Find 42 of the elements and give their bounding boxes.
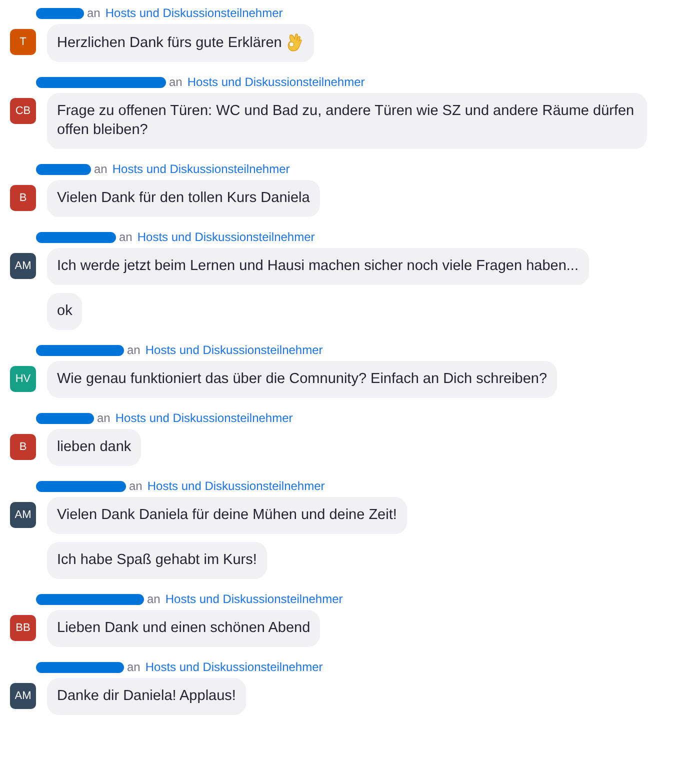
avatar: AM <box>10 683 36 709</box>
avatar: CB <box>10 98 36 124</box>
avatar: BB <box>10 615 36 641</box>
message-bubble: Wie genau funktioniert das über die Comnunity? Einfach an Dich schreiben? <box>47 361 558 398</box>
message-bubble: ok <box>47 293 82 330</box>
recipient-link[interactable]: Hosts und Diskussionsteilnehmer <box>145 660 323 674</box>
recipient-prefix: an <box>127 343 140 357</box>
recipient-link[interactable]: Hosts und Diskussionsteilnehmer <box>147 479 325 493</box>
recipient-prefix: an <box>94 162 108 176</box>
message-bubble: Vielen Dank für den tollen Kurs Daniela <box>47 180 320 217</box>
recipient-link[interactable]: Hosts und Diskussionsteilnehmer <box>112 162 290 176</box>
ok-hand-icon <box>286 33 304 53</box>
avatar: T <box>10 29 36 55</box>
redaction-mark <box>36 164 91 174</box>
message-bubble: Vielen Dank Daniela für deine Mühen und deine Zeit! <box>47 497 407 534</box>
recipient-prefix: an <box>97 411 110 425</box>
recipient-prefix: an <box>119 230 132 244</box>
recipient-link[interactable]: Hosts und Diskussionsteilnehmer <box>165 592 343 606</box>
message-bubble: Ich werde jetzt beim Lernen und Hausi machen sicher noch viele Fragen haben... <box>47 248 588 285</box>
message-bubble: lieben dank <box>47 429 142 466</box>
recipient-prefix: an <box>169 75 182 89</box>
recipient-prefix: an <box>87 6 100 20</box>
recipient-link[interactable]: Hosts und Diskussionsteilnehmer <box>137 230 315 244</box>
avatar: AM <box>10 253 36 279</box>
message-bubble: Danke dir Daniela! Applaus! <box>47 678 246 715</box>
message-bubble: Lieben Dank und einen schönen Abend <box>47 610 320 647</box>
avatar: AM <box>10 502 36 528</box>
message-bubble: Herzlichen Dank fürs gute Erklären <box>47 24 314 62</box>
recipient-prefix: an <box>129 479 142 493</box>
avatar: B <box>10 185 36 211</box>
avatar: B <box>10 434 36 460</box>
recipient-link[interactable]: Hosts und Diskussionsteilnehmer <box>105 6 283 20</box>
recipient-prefix: an <box>147 592 160 606</box>
recipient-link[interactable]: Hosts und Diskussionsteilnehmer <box>145 343 323 357</box>
message-bubble: Ich habe Spaß gehabt im Kurs! <box>47 542 267 579</box>
recipient-link[interactable]: Hosts und Diskussionsteilnehmer <box>115 411 293 425</box>
recipient-link[interactable]: Hosts und Diskussionsteilnehmer <box>187 75 365 89</box>
message-bubble: Frage zu offenen Türen: WC und Bad zu, andere Türen wie SZ und andere Räume dürfen offen bleiben? <box>47 93 647 149</box>
recipient-prefix: an <box>127 660 140 674</box>
redaction-mark <box>36 412 94 424</box>
redaction-mark <box>36 8 84 18</box>
avatar: HV <box>10 366 36 392</box>
